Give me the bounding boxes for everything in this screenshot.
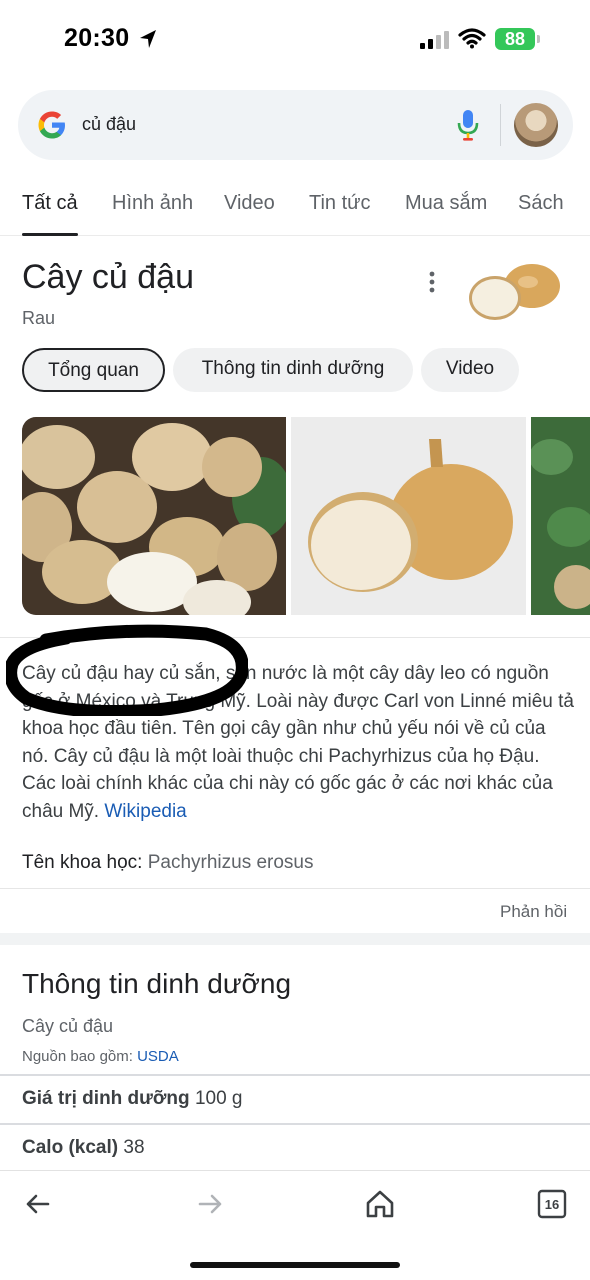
nutrition-subtitle: Cây củ đậu xyxy=(22,1016,114,1036)
tab-books[interactable]: Sách xyxy=(518,192,564,215)
nutrition-source: Nguồn bao gồm: USDA xyxy=(22,1048,179,1065)
jicama-thumbnail-image[interactable] xyxy=(462,258,566,330)
scientific-name-label: Tên khoa học: xyxy=(22,852,143,873)
chip-video[interactable]: Video xyxy=(421,348,519,392)
search-input[interactable]: củ đậu xyxy=(82,114,136,135)
tab-shopping[interactable]: Mua sắm xyxy=(405,192,487,215)
section-separator xyxy=(0,933,590,945)
wifi-icon xyxy=(458,28,486,49)
feedback-link[interactable]: Phản hồi xyxy=(500,902,567,922)
scientific-name-value[interactable]: Pachyrhizus erosus xyxy=(148,852,314,873)
back-arrow-icon[interactable] xyxy=(24,1189,52,1219)
jicama-photo-2[interactable] xyxy=(291,417,526,615)
nutrition-row-value: 100 g xyxy=(194,1088,243,1109)
active-tab-indicator xyxy=(22,233,78,236)
search-bar[interactable]: củ đậu xyxy=(18,90,573,160)
location-arrow-icon xyxy=(140,30,156,48)
wikipedia-link[interactable]: Wikipedia xyxy=(104,801,186,822)
tab-news[interactable]: Tin tức xyxy=(309,192,371,215)
home-icon[interactable] xyxy=(365,1189,395,1219)
cellular-signal-icon xyxy=(420,31,449,49)
status-time: 20:30 xyxy=(64,24,130,52)
forward-arrow-icon[interactable] xyxy=(196,1189,224,1219)
knowledge-panel-title: Cây củ đậu xyxy=(22,258,194,296)
jicama-photo-1[interactable] xyxy=(22,417,286,615)
tab-images[interactable]: Hình ảnh xyxy=(112,192,193,215)
more-options-icon[interactable] xyxy=(420,268,444,296)
nutrition-row-value: 38 xyxy=(123,1137,145,1158)
tab-count: 16 xyxy=(545,1197,559,1212)
nutrition-title: Thông tin dinh dưỡng xyxy=(22,968,292,999)
knowledge-panel-subtitle: Rau xyxy=(22,308,56,328)
chip-nutrition-info[interactable]: Thông tin dinh dưỡng xyxy=(173,348,413,392)
section-divider xyxy=(0,888,590,889)
nutrition-row-label: Giá trị dinh dưỡng xyxy=(22,1088,190,1109)
tab-video[interactable]: Video xyxy=(224,192,275,215)
battery-tip xyxy=(537,35,540,43)
chip-overview[interactable]: Tổng quan xyxy=(22,348,165,392)
scientific-name: Tên khoa học: Pachyrhizus erosus xyxy=(22,852,314,874)
search-bar-divider xyxy=(500,104,501,146)
google-logo-icon xyxy=(38,111,65,139)
home-indicator[interactable] xyxy=(190,1262,400,1268)
nutrition-row: Giá trị dinh dưỡng 100 g xyxy=(0,1074,590,1122)
tabs-icon[interactable]: 16 xyxy=(537,1189,567,1219)
status-bar: 20:30 88 xyxy=(0,0,590,80)
battery-indicator: 88 xyxy=(495,28,535,50)
usda-link[interactable]: USDA xyxy=(137,1048,179,1065)
nutrition-source-label: Nguồn bao gồm: xyxy=(22,1048,133,1065)
handdrawn-circle-annotation xyxy=(6,624,248,716)
nutrition-row-label: Calo (kcal) xyxy=(22,1137,119,1158)
account-avatar[interactable] xyxy=(514,103,558,147)
search-tabs: Tất cả Hình ảnh Video Tin tức Mua sắm Sá… xyxy=(0,186,590,236)
jicama-photo-3[interactable] xyxy=(531,417,590,615)
nutrition-row: Calo (kcal) 38 xyxy=(0,1123,590,1171)
tab-all[interactable]: Tất cả xyxy=(22,192,78,215)
microphone-icon[interactable] xyxy=(456,108,480,142)
